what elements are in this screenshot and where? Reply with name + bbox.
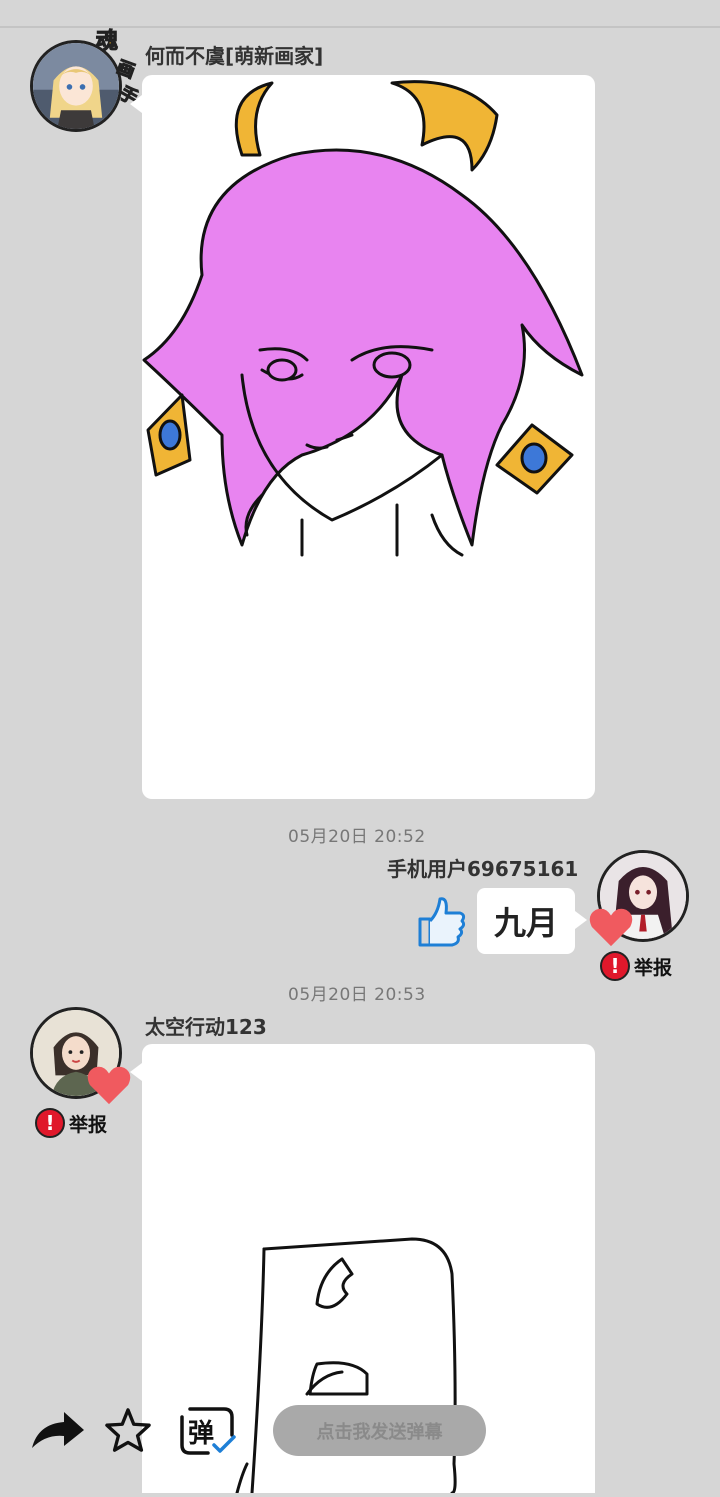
report-button[interactable]: ! 举报 xyxy=(35,1108,107,1138)
username[interactable]: 何而不虞[萌新画家] xyxy=(145,40,323,69)
bubble-tail xyxy=(130,95,142,113)
danmaku-input[interactable]: 点击我发送弹幕 xyxy=(273,1405,486,1456)
drawing-image xyxy=(142,80,584,557)
report-label: 举报 xyxy=(69,1113,108,1136)
thumbs-up-icon[interactable] xyxy=(416,893,466,949)
svg-text:魂: 魂 xyxy=(96,28,118,54)
bubble-tail xyxy=(575,911,587,929)
svg-text:画: 画 xyxy=(114,57,138,83)
timestamp: 05月20日 20:52 xyxy=(288,827,426,847)
heart-icon[interactable] xyxy=(86,1064,132,1106)
star-outline-icon[interactable] xyxy=(104,1407,152,1453)
timestamp: 05月20日 20:53 xyxy=(288,985,426,1005)
bubble-tail xyxy=(130,1063,142,1081)
report-alert-icon: ! xyxy=(35,1108,65,1138)
report-alert-icon: ! xyxy=(600,951,630,981)
report-label: 举报 xyxy=(634,956,673,979)
share-arrow-icon[interactable] xyxy=(30,1410,86,1450)
username[interactable]: 手机用户69675161 xyxy=(387,853,578,882)
heart-icon[interactable] xyxy=(588,906,634,948)
danmaku-toggle-icon[interactable]: 弹 xyxy=(176,1405,238,1457)
username[interactable]: 太空行动123 xyxy=(145,1011,267,1040)
drawing-bubble[interactable] xyxy=(142,75,595,799)
report-button[interactable]: ! 举报 xyxy=(600,951,672,981)
text-bubble[interactable]: 九月 xyxy=(477,888,575,954)
danmaku-icon-label: 弹 xyxy=(188,1419,215,1449)
